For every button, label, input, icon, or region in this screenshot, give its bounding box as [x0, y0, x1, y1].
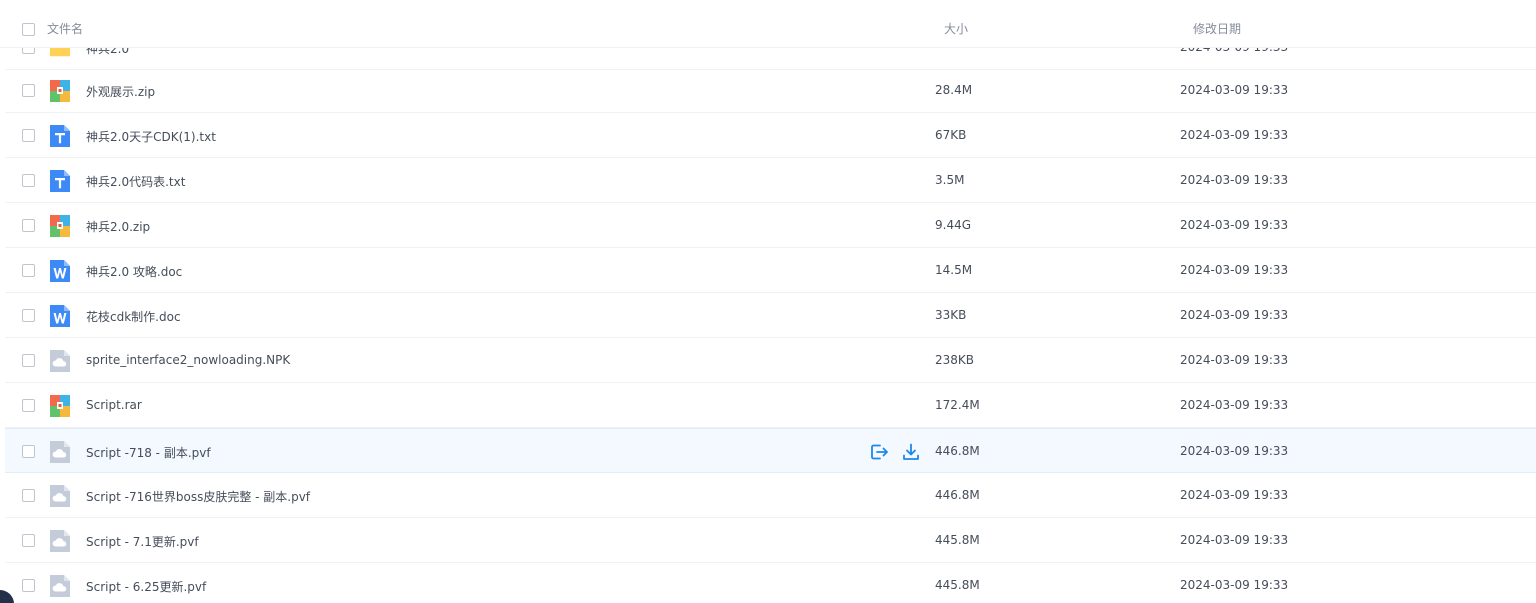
file-name[interactable]: Script -716世界boss皮肤完整 - 副本.pvf: [86, 488, 310, 505]
cloud-file-icon: [50, 575, 70, 597]
file-name[interactable]: 外观展示.zip: [86, 83, 155, 100]
share-icon[interactable]: [869, 442, 889, 462]
file-size: 446.8M: [935, 444, 980, 458]
file-row[interactable]: Script -716世界boss皮肤完整 - 副本.pvf 446.8M 20…: [5, 473, 1536, 518]
row-checkbox[interactable]: [22, 174, 35, 187]
file-name[interactable]: 神兵2.0.zip: [86, 218, 150, 235]
file-size: 14.5M: [935, 263, 973, 277]
download-icon[interactable]: [901, 442, 921, 462]
file-size: 3.5M: [935, 173, 965, 187]
file-size: 445.8M: [935, 578, 980, 592]
row-checkbox[interactable]: [22, 264, 35, 277]
file-date: 2024-03-09 19:33: [1180, 444, 1289, 458]
file-date: 2024-03-09 19:33: [1180, 488, 1289, 502]
select-all-checkbox[interactable]: [22, 23, 35, 36]
file-name[interactable]: 神兵2.0 攻略.doc: [86, 263, 182, 280]
file-row[interactable]: 神兵2.0.zip 9.44G 2024-03-09 19:33: [5, 203, 1536, 248]
doc-icon: [50, 260, 70, 282]
file-name[interactable]: sprite_interface2_nowloading.NPK: [86, 353, 290, 367]
cloud-file-icon: [50, 485, 70, 507]
file-size: 33KB: [935, 308, 967, 322]
file-date: 2024-03-09 19:33: [1180, 218, 1289, 232]
cloud-file-icon: [50, 350, 70, 372]
row-checkbox[interactable]: [22, 489, 35, 502]
file-row[interactable]: Script.rar 172.4M 2024-03-09 19:33: [5, 383, 1536, 428]
zip-icon: [50, 395, 70, 417]
file-date: 2024-03-09 19:33: [1180, 173, 1289, 187]
row-checkbox[interactable]: [22, 84, 35, 97]
file-row[interactable]: 神兵2.0 攻略.doc 14.5M 2024-03-09 19:33: [5, 248, 1536, 293]
zip-icon: [50, 215, 70, 237]
file-name[interactable]: Script - 6.25更新.pvf: [86, 578, 206, 595]
file-name[interactable]: Script - 7.1更新.pvf: [86, 533, 199, 550]
column-header-size[interactable]: 大小: [944, 20, 968, 37]
row-checkbox[interactable]: [22, 534, 35, 547]
file-size: 172.4M: [935, 398, 980, 412]
file-date: 2024-03-09 19:33: [1180, 263, 1289, 277]
file-name[interactable]: Script -718 - 副本.pvf: [86, 444, 211, 461]
file-row[interactable]: 神兵2.0天子CDK(1).txt 67KB 2024-03-09 19:33: [5, 113, 1536, 158]
file-row[interactable]: Script - 7.1更新.pvf 445.8M 2024-03-09 19:…: [5, 518, 1536, 563]
row-checkbox[interactable]: [22, 129, 35, 142]
file-row[interactable]: 神兵2.0代码表.txt 3.5M 2024-03-09 19:33: [5, 158, 1536, 203]
zip-icon: [50, 80, 70, 102]
file-date: 2024-03-09 19:33: [1180, 308, 1289, 322]
file-date: 2024-03-09 19:33: [1180, 83, 1289, 97]
file-date: 2024-03-09 19:33: [1180, 533, 1289, 547]
file-row[interactable]: sprite_interface2_nowloading.NPK 238KB 2…: [5, 338, 1536, 383]
file-size: 67KB: [935, 128, 967, 142]
file-size: 446.8M: [935, 488, 980, 502]
row-checkbox[interactable]: [22, 219, 35, 232]
row-checkbox[interactable]: [22, 354, 35, 367]
file-date: 2024-03-09 19:33: [1180, 578, 1289, 592]
list-header: 文件名 大小 修改日期: [0, 0, 1536, 48]
file-name[interactable]: 花枝cdk制作.doc: [86, 308, 181, 325]
txt-icon: [50, 170, 70, 192]
file-size: 238KB: [935, 353, 975, 367]
column-header-date[interactable]: 修改日期: [1193, 20, 1241, 37]
file-name[interactable]: 神兵2.0代码表.txt: [86, 173, 185, 190]
cloud-file-icon: [50, 530, 70, 552]
row-checkbox[interactable]: [22, 579, 35, 592]
cloud-file-icon: [50, 441, 70, 463]
row-checkbox[interactable]: [22, 399, 35, 412]
row-checkbox[interactable]: [22, 445, 35, 458]
file-list: 神兵2.0 2024-03-09 19:33 外观展示.zip 28.4M 20…: [0, 0, 1536, 603]
column-header-name[interactable]: 文件名: [47, 20, 83, 37]
file-row[interactable]: 外观展示.zip 28.4M 2024-03-09 19:33: [5, 68, 1536, 113]
file-row-hovered[interactable]: Script -718 - 副本.pvf 446.8M 2024-03-09 1…: [5, 428, 1536, 473]
file-name[interactable]: 神兵2.0天子CDK(1).txt: [86, 128, 216, 145]
file-date: 2024-03-09 19:33: [1180, 353, 1289, 367]
doc-icon: [50, 305, 70, 327]
file-name[interactable]: Script.rar: [86, 398, 142, 412]
file-date: 2024-03-09 19:33: [1180, 398, 1289, 412]
file-row[interactable]: 花枝cdk制作.doc 33KB 2024-03-09 19:33: [5, 293, 1536, 338]
file-size: 9.44G: [935, 218, 972, 232]
txt-icon: [50, 125, 70, 147]
file-size: 445.8M: [935, 533, 980, 547]
file-row[interactable]: Script - 6.25更新.pvf 445.8M 2024-03-09 19…: [5, 563, 1536, 603]
row-checkbox[interactable]: [22, 309, 35, 322]
file-size: 28.4M: [935, 83, 973, 97]
file-date: 2024-03-09 19:33: [1180, 128, 1289, 142]
